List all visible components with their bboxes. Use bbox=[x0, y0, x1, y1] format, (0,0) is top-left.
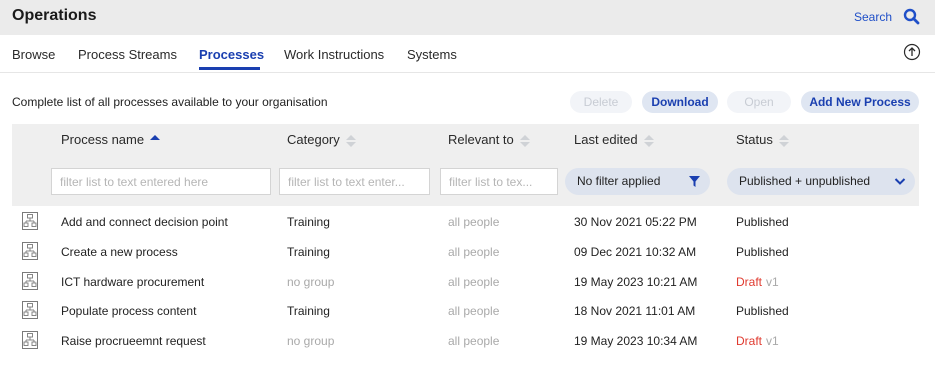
column-label: Status bbox=[736, 132, 773, 147]
status-text: Published bbox=[736, 215, 789, 229]
process-icon bbox=[22, 272, 38, 290]
download-button[interactable]: Download bbox=[642, 91, 718, 113]
process-relevant-to: all people bbox=[448, 275, 500, 289]
sort-icon bbox=[345, 134, 356, 147]
column-header-relevant-to[interactable]: Relevant to bbox=[448, 132, 530, 147]
add-new-process-button[interactable]: Add New Process bbox=[801, 91, 919, 113]
table-header: Process name Category Relevant to Last e… bbox=[12, 124, 919, 206]
upload-icon[interactable] bbox=[903, 43, 921, 61]
process-relevant-to: all people bbox=[448, 215, 500, 229]
sort-icon bbox=[778, 134, 789, 147]
filter-icon bbox=[689, 176, 700, 187]
list-caption: Complete list of all processes available… bbox=[12, 95, 328, 109]
column-label: Process name bbox=[61, 132, 145, 147]
tab-work-instructions[interactable]: Work Instructions bbox=[284, 47, 384, 62]
process-name[interactable]: Populate process content bbox=[61, 304, 196, 318]
filter-category-input[interactable] bbox=[279, 168, 430, 195]
open-button[interactable]: Open bbox=[727, 91, 791, 113]
status-filter-select[interactable]: Published + unpublished bbox=[727, 168, 915, 195]
sort-icon bbox=[643, 134, 654, 147]
sort-icon bbox=[519, 134, 530, 147]
process-name[interactable]: Create a new process bbox=[61, 245, 178, 259]
tab-systems[interactable]: Systems bbox=[407, 47, 457, 62]
process-icon bbox=[22, 242, 38, 260]
process-relevant-to: all people bbox=[448, 304, 500, 318]
column-header-process-name[interactable]: Process name bbox=[61, 132, 161, 147]
version-text: v1 bbox=[766, 275, 779, 289]
table-row[interactable]: Populate process content Training all pe… bbox=[12, 296, 919, 326]
process-name[interactable]: ICT hardware procurement bbox=[61, 275, 204, 289]
process-status: Draft v1 bbox=[736, 334, 779, 348]
process-last-edited: 09 Dec 2021 10:32 AM bbox=[574, 245, 697, 259]
app-header: Operations Search bbox=[0, 0, 935, 35]
active-tab-indicator bbox=[199, 67, 260, 70]
process-last-edited: 19 May 2023 10:21 AM bbox=[574, 275, 698, 289]
process-category: Training bbox=[287, 215, 330, 229]
column-label: Relevant to bbox=[448, 132, 514, 147]
process-last-edited: 30 Nov 2021 05:22 PM bbox=[574, 215, 697, 229]
table-row[interactable]: Add and connect decision point Training … bbox=[12, 207, 919, 237]
filter-process-name-input[interactable] bbox=[51, 168, 271, 195]
column-header-last-edited[interactable]: Last edited bbox=[574, 132, 654, 147]
process-last-edited: 19 May 2023 10:34 AM bbox=[574, 334, 698, 348]
filter-relevant-input[interactable] bbox=[440, 168, 558, 195]
tab-bar: Browse Process Streams Processes Work In… bbox=[0, 35, 935, 73]
process-icon bbox=[22, 331, 38, 349]
process-icon bbox=[22, 212, 38, 230]
process-status: Draft v1 bbox=[736, 275, 779, 289]
column-header-category[interactable]: Category bbox=[287, 132, 356, 147]
process-category: Training bbox=[287, 245, 330, 259]
version-text: v1 bbox=[766, 334, 779, 348]
process-category: no group bbox=[287, 334, 335, 348]
table-row[interactable]: Create a new process Training all people… bbox=[12, 237, 919, 267]
column-label: Category bbox=[287, 132, 340, 147]
process-status: Published bbox=[736, 215, 789, 229]
process-last-edited: 18 Nov 2021 11:01 AM bbox=[574, 304, 696, 318]
column-label: Last edited bbox=[574, 132, 638, 147]
last-edited-filter-value: No filter applied bbox=[577, 174, 661, 188]
chevron-down-icon bbox=[894, 178, 906, 185]
app-title: Operations bbox=[12, 7, 97, 24]
process-status: Published bbox=[736, 245, 789, 259]
status-text: Draft bbox=[736, 275, 763, 289]
tab-browse[interactable]: Browse bbox=[12, 47, 55, 62]
process-relevant-to: all people bbox=[448, 245, 500, 259]
sort-asc-icon bbox=[150, 134, 161, 147]
table-row[interactable]: Raise procrueemnt request no group all p… bbox=[12, 326, 919, 356]
process-relevant-to: all people bbox=[448, 334, 500, 348]
table-row[interactable]: ICT hardware procurement no group all pe… bbox=[12, 267, 919, 297]
search-icon[interactable] bbox=[901, 6, 923, 28]
status-filter-value: Published + unpublished bbox=[739, 174, 871, 188]
process-name[interactable]: Raise procrueemnt request bbox=[61, 334, 206, 348]
status-text: Published bbox=[736, 245, 789, 259]
last-edited-filter-select[interactable]: No filter applied bbox=[565, 168, 710, 195]
column-header-status[interactable]: Status bbox=[736, 132, 789, 147]
process-status: Published bbox=[736, 304, 789, 318]
process-name[interactable]: Add and connect decision point bbox=[61, 215, 228, 229]
process-category: no group bbox=[287, 275, 335, 289]
status-text: Draft bbox=[736, 334, 763, 348]
search-link[interactable]: Search bbox=[854, 10, 892, 24]
process-icon bbox=[22, 301, 38, 319]
delete-button[interactable]: Delete bbox=[570, 91, 632, 113]
status-text: Published bbox=[736, 304, 789, 318]
tab-process-streams[interactable]: Process Streams bbox=[78, 47, 177, 62]
process-category: Training bbox=[287, 304, 330, 318]
tab-processes[interactable]: Processes bbox=[199, 47, 264, 62]
